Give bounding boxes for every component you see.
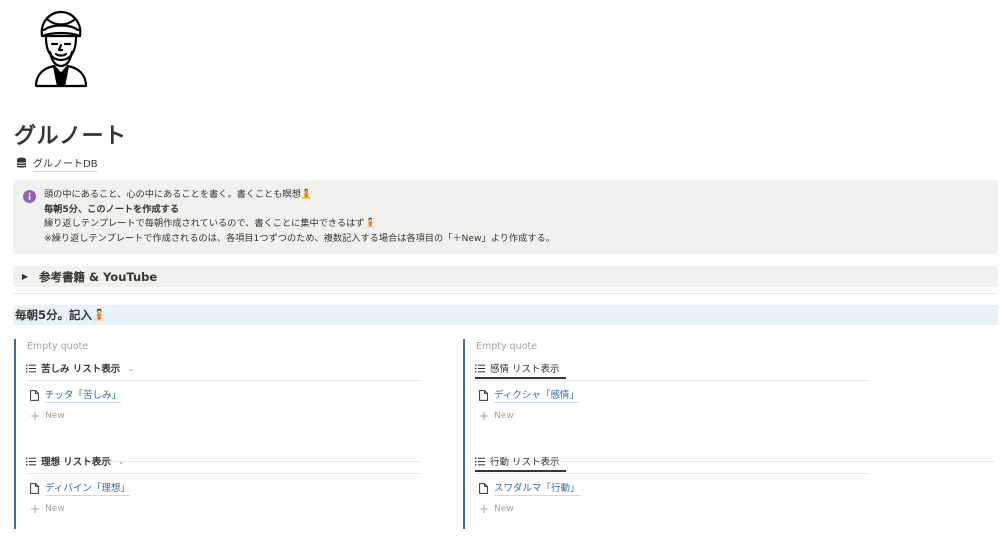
chevron-down-icon[interactable]: ⌄ xyxy=(118,457,125,466)
new-label: New xyxy=(494,504,514,514)
page-avatar-icon[interactable] xyxy=(28,8,94,88)
view-title: 理想 リスト表示 xyxy=(41,457,111,468)
database-link-label: グルノートDB xyxy=(33,155,98,172)
plus-icon: + xyxy=(479,502,490,516)
quote-column-left[interactable]: Empty quote 苦しみ リスト表示 ⌄ チッタ「苦しみ」 + New 理… xyxy=(14,339,434,529)
new-button[interactable]: + New xyxy=(479,502,514,516)
page-icon xyxy=(30,482,39,494)
page-icon xyxy=(30,389,39,401)
list-icon xyxy=(475,457,485,465)
new-button[interactable]: + New xyxy=(30,502,65,516)
toggle-block[interactable]: ▶ 参考書籍 & YouTube xyxy=(13,266,998,287)
toggle-label: 参考書籍 & YouTube xyxy=(39,269,158,284)
list-item[interactable]: スワダルマ「行動」 xyxy=(479,480,580,496)
list-item[interactable]: ディバイン「理想」 xyxy=(30,480,130,496)
new-label: New xyxy=(494,411,514,421)
section-heading[interactable]: 毎朝5分。記入🧘🏻 xyxy=(13,305,998,325)
new-label: New xyxy=(45,504,65,514)
plus-icon: + xyxy=(479,409,490,423)
divider xyxy=(26,473,421,474)
list-item-label: スワダルマ「行動」 xyxy=(494,480,580,496)
page-icon xyxy=(479,389,488,401)
callout-line-4: ※繰り返しテンプレートで作成されるのは、各項目1つずつのため、複数記入する場合は… xyxy=(44,232,555,244)
quote-placeholder: Empty quote xyxy=(27,341,89,352)
callout-line-2: 毎朝5分、このノートを作成する xyxy=(44,203,180,215)
callout-block[interactable]: 頭の中にあること、心の中にあることを書く。書くことも瞑想🧘 毎朝5分、このノート… xyxy=(13,180,998,254)
quote-column-right[interactable]: Empty quote 感情 リスト表示 ディクシャ「感情」 + New 行動 … xyxy=(463,339,995,529)
view-tab-riso[interactable]: 理想 リスト表示 ⌄ xyxy=(26,452,125,470)
database-link[interactable]: グルノートDB xyxy=(16,155,98,172)
view-tab-kurushimi[interactable]: 苦しみ リスト表示 ⌄ xyxy=(26,359,134,377)
divider xyxy=(475,473,870,474)
view-title: 感情 リスト表示 xyxy=(490,364,560,375)
plus-icon: + xyxy=(30,409,41,423)
list-item-label: チッタ「苦しみ」 xyxy=(45,387,122,403)
list-item-label: ディバイン「理想」 xyxy=(45,480,130,496)
info-icon xyxy=(23,190,36,203)
callout-line-3: 繰り返しテンプレートで毎朝作成されているので、書くことに集中できるはず🧘🏻 xyxy=(44,218,376,229)
plus-icon: + xyxy=(30,502,41,516)
divider xyxy=(475,380,870,381)
view-tab-kanjo[interactable]: 感情 リスト表示 xyxy=(475,359,566,379)
list-item[interactable]: チッタ「苦しみ」 xyxy=(30,387,122,403)
list-item-label: ディクシャ「感情」 xyxy=(494,387,579,403)
callout-line-1: 頭の中にあること、心の中にあることを書く。書くことも瞑想🧘 xyxy=(44,189,313,200)
view-title: 行動 リスト表示 xyxy=(490,457,560,468)
page-icon xyxy=(479,482,488,494)
list-icon xyxy=(475,364,485,372)
view-tab-kodo[interactable]: 行動 リスト表示 xyxy=(475,452,566,472)
new-button[interactable]: + New xyxy=(30,409,65,423)
quote-placeholder: Empty quote xyxy=(476,341,538,352)
page-title[interactable]: グルノート xyxy=(14,118,127,150)
new-button[interactable]: + New xyxy=(479,409,514,423)
list-icon xyxy=(26,364,36,372)
divider xyxy=(13,293,998,294)
new-label: New xyxy=(45,411,65,421)
divider xyxy=(26,380,421,381)
triangle-right-icon[interactable]: ▶ xyxy=(17,272,33,281)
list-icon xyxy=(26,457,36,465)
list-item[interactable]: ディクシャ「感情」 xyxy=(479,387,579,403)
database-icon xyxy=(16,157,27,168)
chevron-down-icon[interactable]: ⌄ xyxy=(127,364,134,373)
view-title: 苦しみ リスト表示 xyxy=(41,364,121,375)
